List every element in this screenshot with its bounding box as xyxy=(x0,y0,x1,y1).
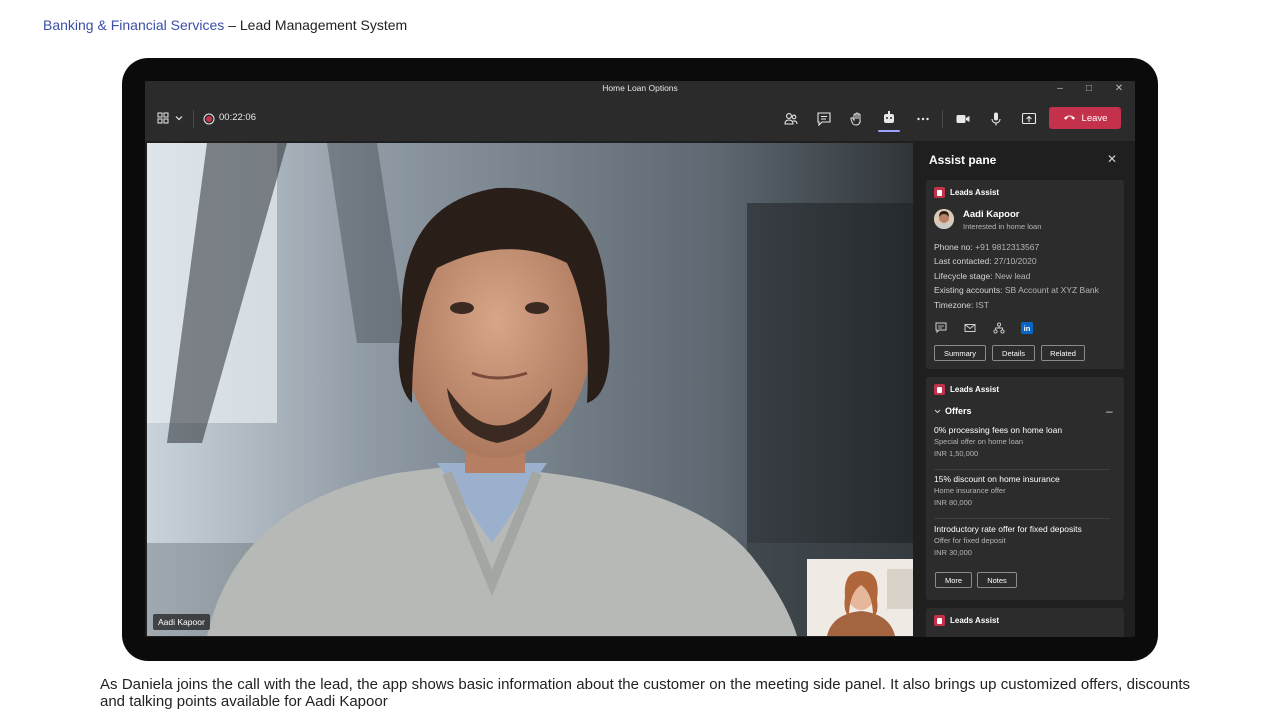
slide-title: Banking & Financial Services – Lead Mana… xyxy=(43,17,407,33)
talking-points-card: Leads Assist xyxy=(926,608,1124,637)
slide-title-accent: Banking & Financial Services xyxy=(43,17,225,33)
self-view-video[interactable] xyxy=(807,559,913,636)
field-value: SB Account at XYZ Bank xyxy=(1002,285,1099,295)
offers-section-title: Offers xyxy=(945,406,972,416)
card-header: Leads Assist xyxy=(934,384,999,395)
card-app-name: Leads Assist xyxy=(950,385,1000,394)
slide-title-rest: – Lead Management System xyxy=(224,17,408,33)
summary-button[interactable]: Summary xyxy=(934,345,986,361)
slide-caption: As Daniela joins the call with the lead,… xyxy=(100,676,1190,710)
mail-icon[interactable] xyxy=(963,321,977,335)
offer-divider xyxy=(934,469,1110,470)
contact-name[interactable]: Aadi Kapoor xyxy=(963,209,1019,220)
maximize-button[interactable]: □ xyxy=(1082,82,1096,96)
offer-item[interactable]: 15% discount on home insurance Home insu… xyxy=(934,474,1110,507)
card-app-name: Leads Assist xyxy=(950,188,1000,197)
more-button[interactable]: More xyxy=(935,572,972,588)
card-header: Leads Assist xyxy=(934,615,999,626)
layout-grid-icon[interactable] xyxy=(156,111,170,125)
collapse-icon[interactable]: – xyxy=(1106,404,1113,418)
offer-item[interactable]: 0% processing fees on home loan Special … xyxy=(934,425,1110,458)
leave-label: Leave xyxy=(1081,112,1108,124)
contact-card: Leads Assist Aadi Kapoor Interested in h… xyxy=(926,180,1124,369)
offer-divider xyxy=(934,518,1110,519)
offers-card: Leads Assist Offers – 0% processing fees… xyxy=(926,377,1124,600)
field-value: +91 9812313567 xyxy=(972,242,1040,252)
offer-item[interactable]: Introductory rate offer for fixed deposi… xyxy=(934,524,1110,557)
assist-pane: Assist pane ✕ Leads Assist Aadi Kapoor I… xyxy=(915,143,1135,637)
teams-meeting-window: Home Loan Options – □ ✕ 00:22:06 Leave A… xyxy=(145,81,1135,637)
share-screen-icon[interactable] xyxy=(1020,110,1038,128)
contact-subtitle: Interested in home loan xyxy=(963,222,1042,231)
toolbar-divider xyxy=(942,110,943,128)
offer-subtitle: Home insurance offer xyxy=(934,486,1006,495)
org-chart-icon[interactable] xyxy=(992,321,1006,335)
self-view-image xyxy=(807,559,913,636)
offer-subtitle: Offer for fixed deposit xyxy=(934,536,1006,545)
hangup-icon xyxy=(1063,113,1076,124)
meeting-toolbar: 00:22:06 Leave xyxy=(145,97,1135,141)
raise-hand-icon[interactable] xyxy=(848,110,866,128)
offer-title: Introductory rate offer for fixed deposi… xyxy=(934,524,1082,534)
participant-video-image xyxy=(147,143,913,636)
linkedin-icon-text: in xyxy=(1024,324,1031,333)
offer-subtitle: Special offer on home loan xyxy=(934,437,1024,446)
field-label: Last contacted: xyxy=(934,256,992,266)
toolbar-divider xyxy=(193,110,194,128)
field-label: Lifecycle stage: xyxy=(934,271,993,281)
linkedin-icon[interactable]: in xyxy=(1020,321,1034,335)
more-icon[interactable] xyxy=(914,110,932,128)
offer-title: 15% discount on home insurance xyxy=(934,474,1060,484)
chat-icon[interactable] xyxy=(815,110,833,128)
notes-button[interactable]: Notes xyxy=(977,572,1017,588)
avatar xyxy=(934,209,954,229)
offer-amount: INR 80,000 xyxy=(934,498,972,507)
offer-amount: INR 1,50,000 xyxy=(934,449,979,458)
field-timezone: Timezone: IST xyxy=(934,300,989,310)
field-value: New lead xyxy=(992,271,1031,281)
close-icon[interactable]: ✕ xyxy=(1107,152,1117,166)
chat-icon[interactable] xyxy=(934,321,948,335)
window-title: Home Loan Options xyxy=(602,83,678,93)
leads-assist-app-icon xyxy=(934,384,945,395)
field-lifecycle-stage: Lifecycle stage: New lead xyxy=(934,271,1030,281)
people-icon[interactable] xyxy=(782,110,800,128)
details-button[interactable]: Details xyxy=(992,345,1035,361)
related-button[interactable]: Related xyxy=(1041,345,1085,361)
participant-name-tag: Aadi Kapoor xyxy=(153,614,210,630)
leads-assist-app-icon xyxy=(934,187,945,198)
offer-amount: INR 30,000 xyxy=(934,548,972,557)
field-label: Existing accounts: xyxy=(934,285,1003,295)
apps-icon[interactable] xyxy=(880,109,898,127)
field-phone: Phone no: +91 9812313567 xyxy=(934,242,1039,252)
active-tab-indicator xyxy=(878,130,900,132)
close-window-button[interactable]: ✕ xyxy=(1112,82,1126,96)
camera-icon[interactable] xyxy=(954,110,972,128)
field-value: IST xyxy=(973,300,989,310)
field-label: Timezone: xyxy=(934,300,974,310)
title-bar: Home Loan Options – □ ✕ xyxy=(145,81,1135,97)
leave-button[interactable]: Leave xyxy=(1049,107,1121,129)
chevron-down-icon[interactable] xyxy=(173,112,185,124)
recording-timer: 00:22:06 xyxy=(219,112,256,123)
offer-title: 0% processing fees on home loan xyxy=(934,425,1063,435)
main-video-feed: Aadi Kapoor xyxy=(147,143,913,636)
field-label: Phone no: xyxy=(934,242,973,252)
card-header: Leads Assist xyxy=(934,187,999,198)
minimize-button[interactable]: – xyxy=(1053,82,1067,96)
field-last-contacted: Last contacted: 27/10/2020 xyxy=(934,256,1037,266)
record-icon xyxy=(202,112,215,125)
leads-assist-app-icon xyxy=(934,615,945,626)
field-existing-accounts: Existing accounts: SB Account at XYZ Ban… xyxy=(934,285,1099,295)
card-app-name: Leads Assist xyxy=(950,616,1000,625)
field-value: 27/10/2020 xyxy=(991,256,1037,266)
assist-pane-title: Assist pane xyxy=(929,153,997,167)
mic-icon[interactable] xyxy=(987,110,1005,128)
chevron-down-icon xyxy=(934,409,941,413)
offers-section-header[interactable]: Offers xyxy=(934,406,972,416)
